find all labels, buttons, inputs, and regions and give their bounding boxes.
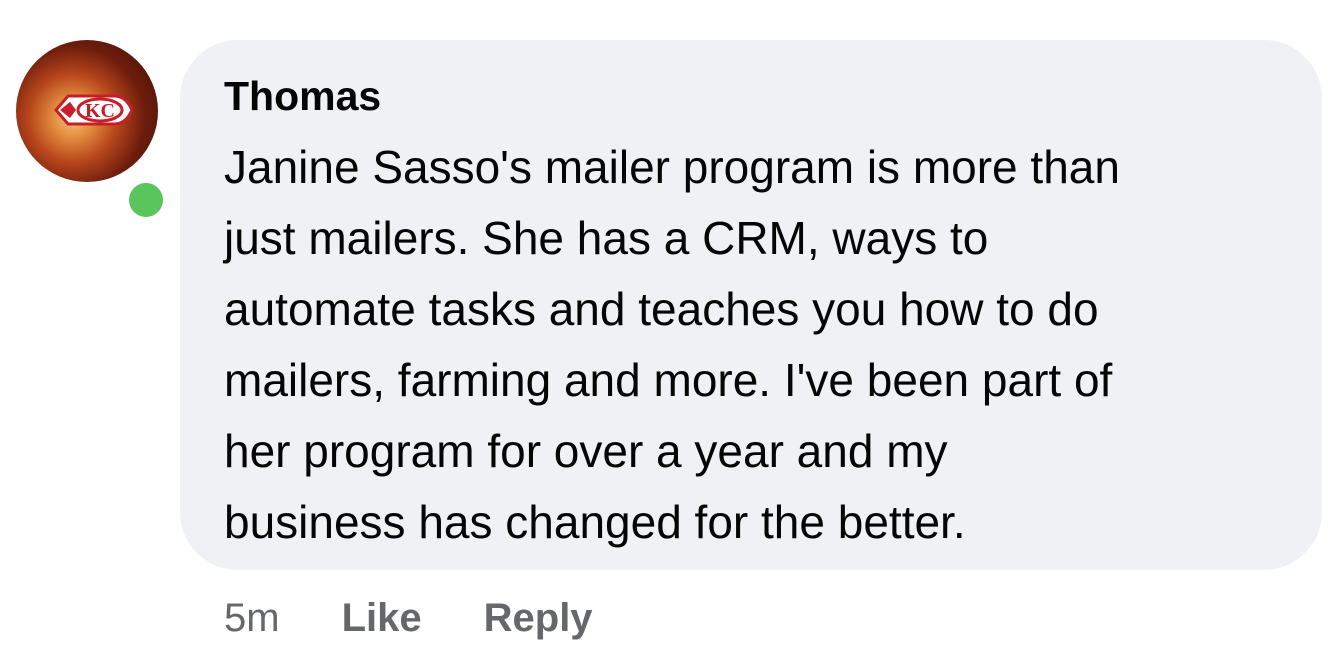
comment-timestamp[interactable]: 5m	[224, 590, 280, 646]
comment: KC Thomas Janine Sasso's mailer program …	[0, 0, 1344, 650]
comment-actions: 5m Like Reply	[224, 590, 593, 646]
comment-bubble: Thomas Janine Sasso's mailer program is …	[180, 40, 1322, 570]
avatar-logo-text: KC	[85, 100, 115, 122]
comment-author[interactable]: Thomas	[224, 72, 1282, 120]
avatar-container[interactable]: KC	[16, 40, 168, 222]
online-status-indicator	[124, 178, 168, 222]
avatar[interactable]: KC	[16, 40, 158, 182]
kc-arrowhead-logo-icon: KC	[54, 94, 134, 126]
comment-text: Janine Sasso's mailer program is more th…	[224, 141, 1120, 548]
reply-button[interactable]: Reply	[484, 590, 593, 646]
like-button[interactable]: Like	[342, 590, 422, 646]
